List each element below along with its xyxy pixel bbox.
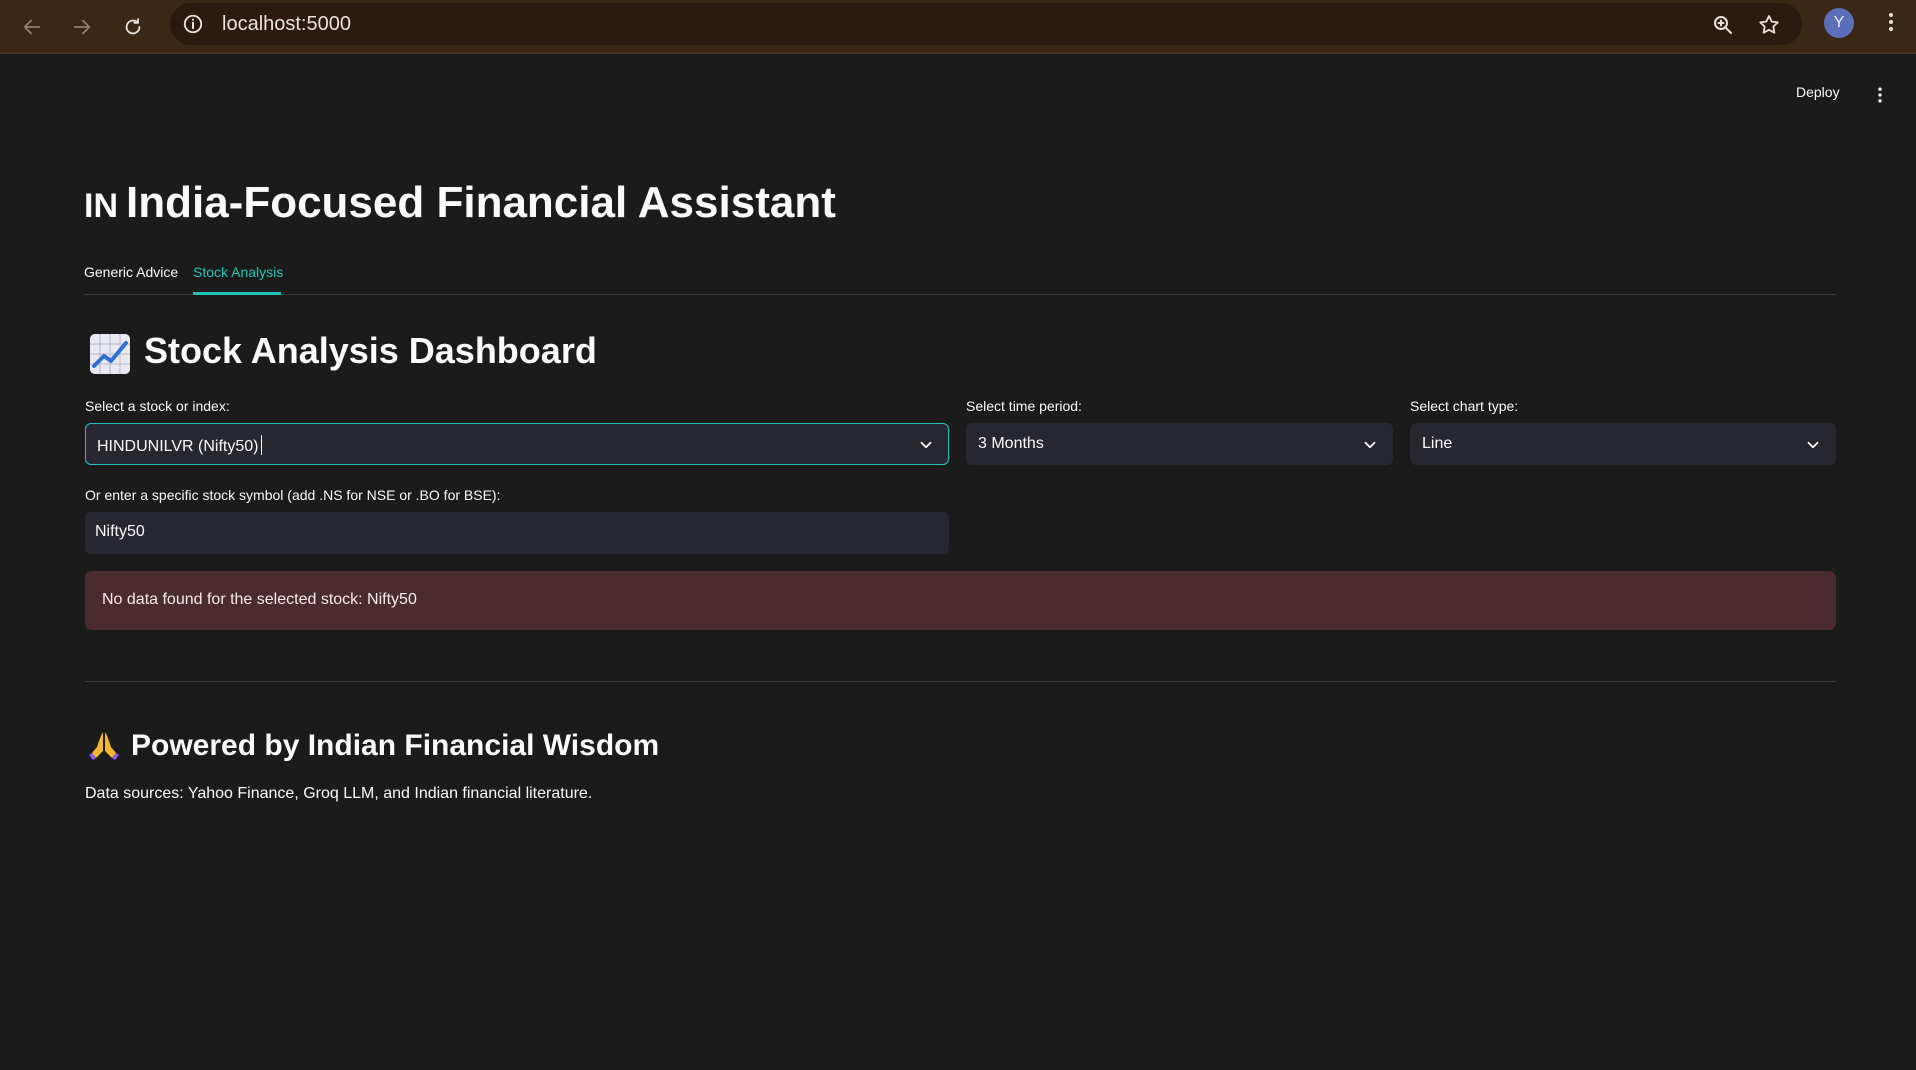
tabs-divider xyxy=(84,294,1836,295)
avatar[interactable]: Y xyxy=(1824,8,1854,38)
chevron-down-icon[interactable] xyxy=(916,435,936,455)
error-alert: No data found for the selected stock: Ni… xyxy=(85,571,1836,630)
footer-title: Powered by Indian Financial Wisdom xyxy=(131,729,660,762)
tab-stock-analysis[interactable]: Stock Analysis xyxy=(193,264,283,280)
chart-type-select-value: Line xyxy=(1422,435,1453,452)
chart-type-select[interactable]: Line xyxy=(1410,423,1836,465)
stock-select[interactable]: HINDUNILVR (Nifty50) xyxy=(85,423,949,465)
kebab-menu-icon[interactable] xyxy=(1870,84,1890,106)
symbol-input[interactable]: Nifty50 xyxy=(85,512,949,554)
period-select[interactable]: 3 Months xyxy=(966,423,1393,465)
bookmark-star-icon[interactable] xyxy=(1756,12,1782,38)
stock-select-value: HINDUNILVR (Nifty50) xyxy=(97,435,262,456)
tab-generic-advice[interactable]: Generic Advice xyxy=(84,264,178,280)
symbol-input-label: Or enter a specific stock symbol (add .N… xyxy=(85,487,501,503)
site-info-icon[interactable] xyxy=(182,13,204,35)
dashboard-title: Stock Analysis Dashboard xyxy=(144,330,597,371)
page-title: IN India-Focused Financial Assistant xyxy=(84,178,836,228)
chevron-down-icon[interactable] xyxy=(1803,435,1823,455)
period-select-label: Select time period: xyxy=(966,398,1082,414)
active-tab-indicator xyxy=(193,292,281,295)
back-icon[interactable] xyxy=(14,9,50,45)
chevron-down-icon[interactable] xyxy=(1360,435,1380,455)
forward-icon[interactable] xyxy=(64,9,100,45)
stock-select-label: Select a stock or index: xyxy=(85,398,230,414)
folded-hands-icon xyxy=(88,729,120,761)
browser-toolbar: localhost:5000 Y xyxy=(0,0,1916,54)
tab-bar: Generic Advice Stock Analysis xyxy=(84,262,1836,296)
reload-icon[interactable] xyxy=(115,9,151,45)
chart-select-label: Select chart type: xyxy=(1410,398,1519,414)
page-title-text: India-Focused Financial Assistant xyxy=(126,178,836,227)
url-text[interactable]: localhost:5000 xyxy=(222,13,351,36)
zoom-icon[interactable] xyxy=(1710,12,1736,38)
error-message: No data found for the selected stock: Ni… xyxy=(102,591,417,608)
deploy-button[interactable]: Deploy xyxy=(1796,84,1840,100)
address-bar[interactable]: localhost:5000 xyxy=(170,3,1802,45)
text-cursor xyxy=(260,435,262,455)
section-divider xyxy=(85,681,1836,682)
chrome-menu-icon[interactable] xyxy=(1878,9,1904,35)
data-sources-text: Data sources: Yahoo Finance, Groq LLM, a… xyxy=(85,785,593,802)
period-select-value: 3 Months xyxy=(978,435,1044,452)
symbol-input-value[interactable]: Nifty50 xyxy=(95,523,145,541)
chart-increasing-icon xyxy=(90,334,130,374)
flag-text: IN xyxy=(84,187,118,225)
